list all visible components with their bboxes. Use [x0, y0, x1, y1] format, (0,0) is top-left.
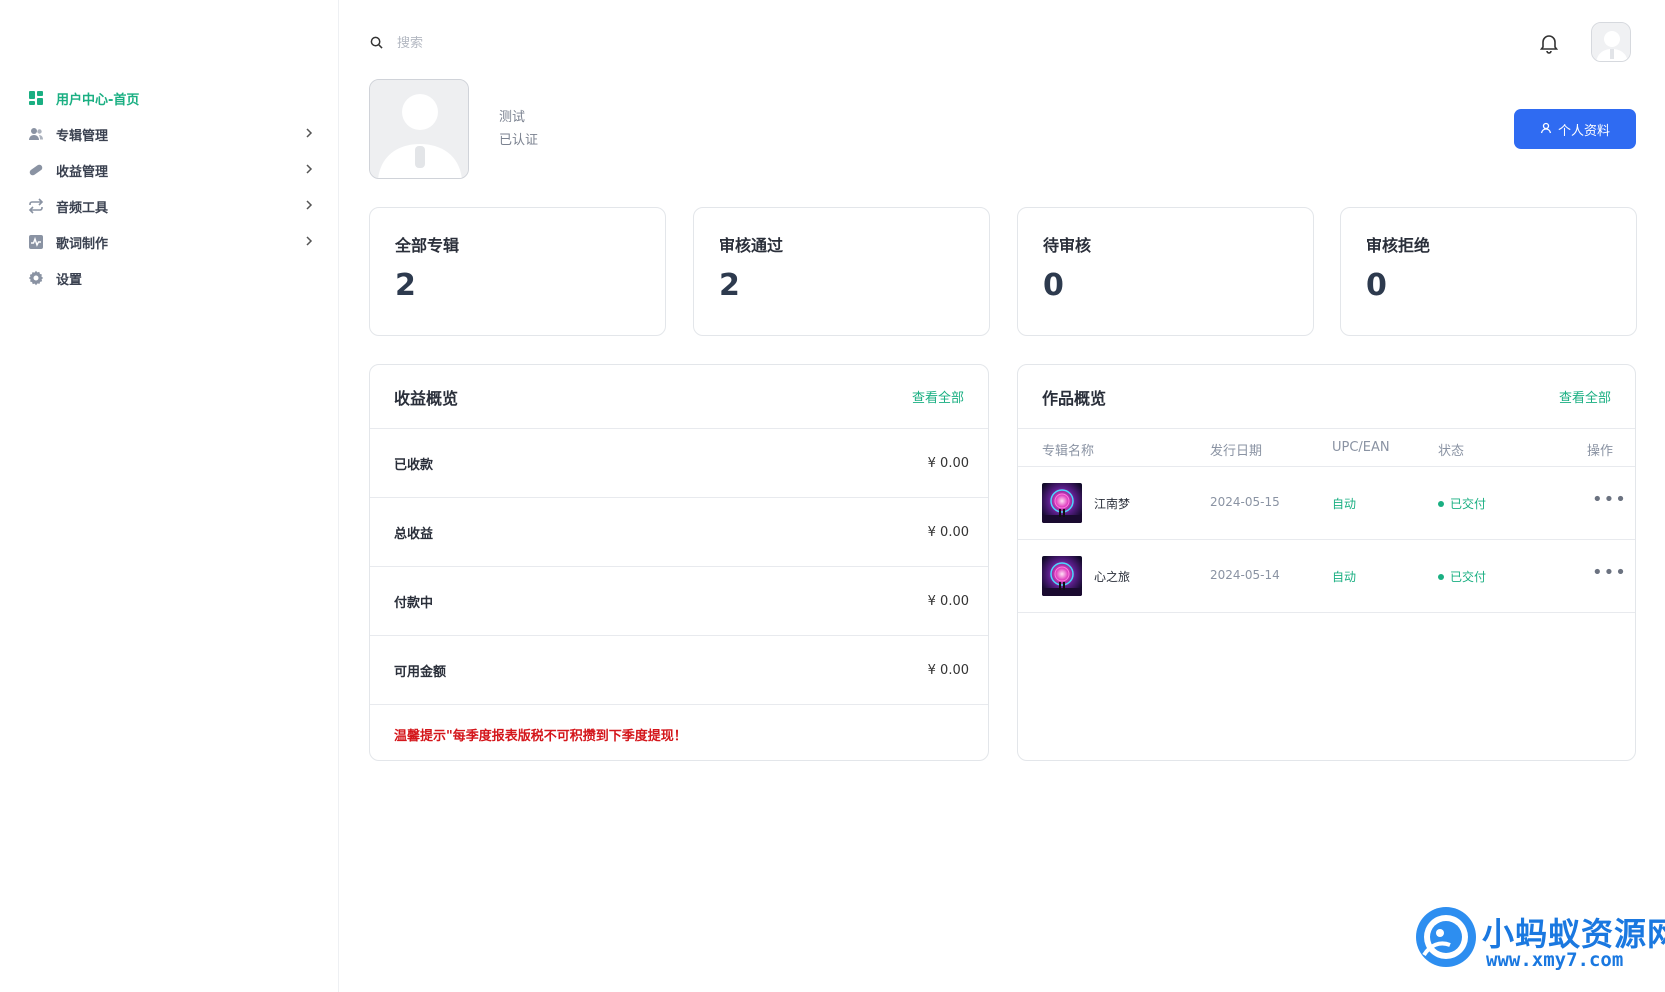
column-header: 专辑名称: [1042, 444, 1095, 459]
status-text: 已交付: [1450, 570, 1487, 584]
earnings-value: ¥ 0.00: [927, 662, 969, 678]
gear-icon: [28, 270, 44, 286]
sidebar: 用户中心-首页 专辑管理 收益管理 音频工具 歌词制作 设置: [0, 0, 339, 992]
more-actions-icon[interactable]: •••: [1592, 562, 1627, 583]
sidebar-item-audio-tools[interactable]: 音频工具: [28, 188, 318, 224]
release-date: 2024-05-15: [1210, 495, 1280, 509]
stat-title: 审核拒绝: [1366, 236, 1431, 255]
search-input[interactable]: [397, 35, 697, 51]
table-row[interactable]: 心之旅 2024-05-14 自动 已交付 •••: [1018, 540, 1635, 613]
user-icon: [1540, 122, 1552, 137]
upc-ean: 自动: [1332, 497, 1357, 511]
column-header: 操作: [1587, 444, 1614, 459]
verification-status: 已认证: [499, 133, 539, 148]
sidebar-item-label: 歌词制作: [56, 236, 109, 252]
earnings-label: 总收益: [394, 526, 434, 542]
sidebar-item-settings[interactable]: 设置: [28, 260, 318, 296]
search-icon: [370, 34, 383, 53]
sidebar-item-earnings[interactable]: 收益管理: [28, 152, 318, 188]
stat-title: 待审核: [1043, 236, 1092, 255]
dashboard-icon: [28, 90, 44, 106]
status-dot-icon: [1438, 573, 1444, 580]
panel-title: 作品概览: [1042, 388, 1107, 408]
chevron-right-icon: [304, 163, 318, 177]
warning-tip: 温馨提示"每季度报表版税不可积攒到下季度提现！: [394, 729, 687, 744]
stat-card-rejected: 审核拒绝 0: [1340, 207, 1637, 336]
album-name: 心之旅: [1094, 570, 1131, 584]
sidebar-item-label: 设置: [56, 272, 83, 288]
status-text: 已交付: [1450, 497, 1487, 511]
stat-card-all-albums: 全部专辑 2: [369, 207, 666, 336]
bell-icon[interactable]: [1538, 32, 1560, 54]
release-date: 2024-05-14: [1210, 568, 1280, 582]
watermark: 小蚂蚁资源网 www.xmy7.com: [1410, 905, 1665, 975]
works-panel: 作品概览 查看全部 专辑名称 发行日期 UPC/EAN 状态 操作 江南梦 20…: [1017, 364, 1636, 761]
sidebar-item-label: 专辑管理: [56, 128, 109, 144]
watermark-url: www.xmy7.com: [1486, 949, 1624, 971]
more-actions-icon[interactable]: •••: [1592, 489, 1627, 510]
table-header: 专辑名称 发行日期 UPC/EAN 状态 操作: [1018, 429, 1635, 467]
stat-value: 0: [1366, 268, 1387, 303]
album-name: 江南梦: [1094, 497, 1131, 511]
earnings-value: ¥ 0.00: [927, 524, 969, 540]
pill-icon: [28, 162, 44, 178]
stat-value: 0: [1043, 268, 1064, 303]
column-header: 发行日期: [1210, 444, 1263, 459]
earnings-row: 付款中 ¥ 0.00: [370, 567, 988, 636]
ant-logo-icon: [1410, 905, 1480, 975]
earnings-row: 可用金额 ¥ 0.00: [370, 636, 988, 705]
profile-button-label: 个人资料: [1557, 122, 1610, 138]
profile-avatar: [369, 79, 469, 179]
column-header: 状态: [1438, 444, 1465, 459]
status-badge: 已交付: [1438, 568, 1486, 585]
users-icon: [28, 126, 44, 142]
view-all-earnings-link[interactable]: 查看全部: [912, 387, 964, 406]
sidebar-item-label: 收益管理: [56, 164, 109, 180]
earnings-value: ¥ 0.00: [927, 455, 969, 471]
status-dot-icon: [1438, 500, 1444, 507]
profile-name: 测试: [499, 110, 526, 125]
search-bar: [370, 32, 770, 54]
earnings-label: 已收款: [394, 457, 434, 473]
earnings-panel: 收益概览 查看全部 已收款 ¥ 0.00 总收益 ¥ 0.00 付款中 ¥ 0.…: [369, 364, 989, 761]
earnings-value: ¥ 0.00: [927, 593, 969, 609]
stat-value: 2: [395, 268, 416, 303]
status-badge: 已交付: [1438, 495, 1486, 512]
chevron-right-icon: [304, 199, 318, 213]
stat-card-approved: 审核通过 2: [693, 207, 990, 336]
sidebar-item-label: 用户中心-首页: [56, 92, 140, 108]
chevron-right-icon: [304, 127, 318, 141]
sidebar-item-lyrics[interactable]: 歌词制作: [28, 224, 318, 260]
album-cover: [1042, 483, 1082, 523]
view-all-works-link[interactable]: 查看全部: [1559, 387, 1611, 406]
sidebar-item-label: 音频工具: [56, 200, 109, 216]
sidebar-nav: 用户中心-首页 专辑管理 收益管理 音频工具 歌词制作 设置: [28, 80, 318, 296]
sidebar-item-albums[interactable]: 专辑管理: [28, 116, 318, 152]
chevron-right-icon: [304, 235, 318, 249]
earnings-row: 总收益 ¥ 0.00: [370, 498, 988, 567]
activity-icon: [28, 234, 44, 250]
stat-card-pending: 待审核 0: [1017, 207, 1314, 336]
earnings-label: 付款中: [394, 595, 434, 611]
table-row[interactable]: 江南梦 2024-05-15 自动 已交付 •••: [1018, 467, 1635, 540]
panel-title: 收益概览: [394, 388, 459, 408]
sidebar-item-home[interactable]: 用户中心-首页: [28, 80, 318, 116]
avatar[interactable]: [1591, 22, 1631, 62]
stat-title: 全部专辑: [395, 236, 460, 255]
profile-button[interactable]: 个人资料: [1514, 109, 1636, 149]
earnings-row: 已收款 ¥ 0.00: [370, 429, 988, 498]
works-panel-header: 作品概览 查看全部: [1018, 365, 1635, 429]
column-header: UPC/EAN: [1332, 440, 1390, 455]
repeat-icon: [28, 198, 44, 214]
earnings-panel-header: 收益概览 查看全部: [370, 365, 988, 429]
album-cover: [1042, 556, 1082, 596]
stat-value: 2: [719, 268, 740, 303]
earnings-label: 可用金额: [394, 664, 447, 680]
stat-title: 审核通过: [719, 236, 784, 255]
upc-ean: 自动: [1332, 570, 1357, 584]
